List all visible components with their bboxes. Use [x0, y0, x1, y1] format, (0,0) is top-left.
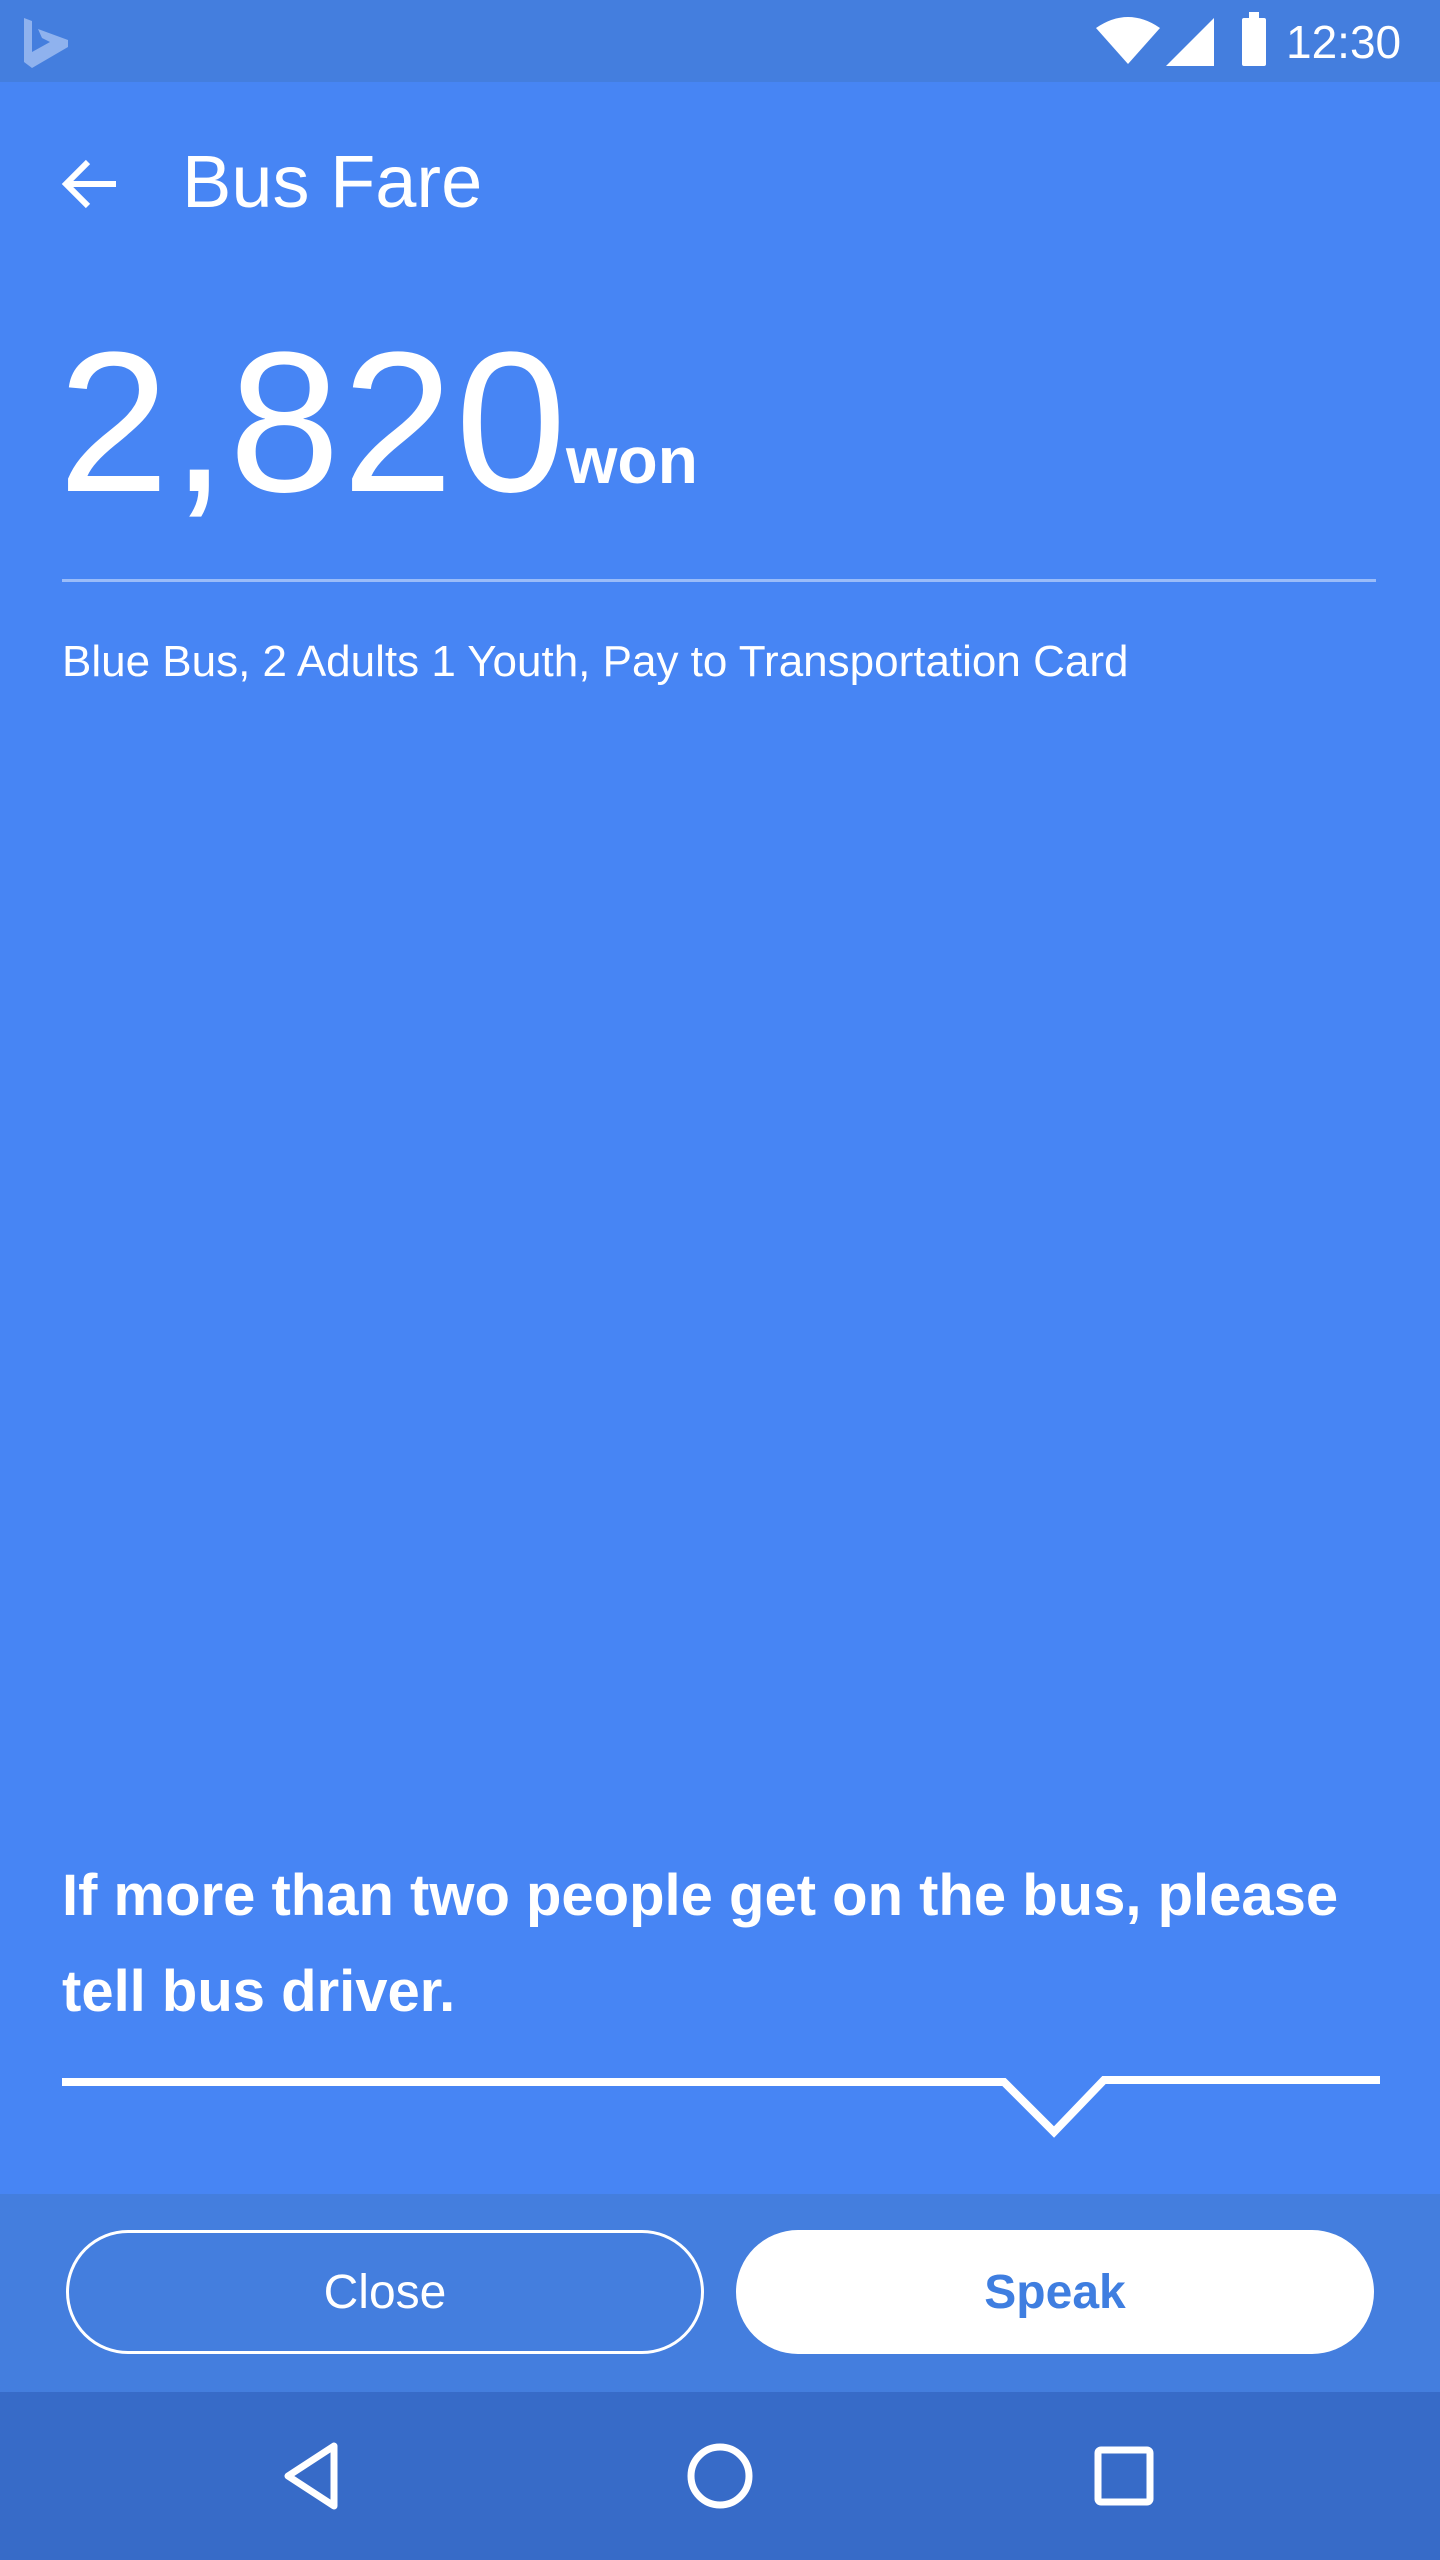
battery-icon — [1242, 12, 1266, 66]
speech-bubble-pointer-line — [62, 2076, 1380, 2138]
page-title: Bus Fare — [182, 140, 483, 223]
driver-message: If more than two people get on the bus, … — [62, 1863, 1339, 2024]
status-bar: 12:30 — [0, 0, 1440, 82]
cellular-signal-icon — [1166, 18, 1214, 66]
close-button[interactable]: Close — [66, 2230, 704, 2354]
arrow-left-icon[interactable] — [56, 148, 128, 220]
nav-recents-icon[interactable] — [1084, 2432, 1164, 2520]
speak-button[interactable]: Speak — [736, 2230, 1374, 2354]
navigation-bar — [0, 2392, 1440, 2560]
action-bar: Close Speak — [0, 2194, 1440, 2392]
nav-back-icon[interactable] — [276, 2432, 356, 2520]
wifi-icon — [1096, 17, 1160, 64]
fare-details: Blue Bus, 2 Adults 1 Youth, Pay to Trans… — [62, 637, 1129, 686]
fare-currency-unit: won — [566, 423, 698, 497]
nav-home-icon[interactable] — [680, 2432, 760, 2520]
fare-divider — [62, 579, 1376, 582]
fare-amount: 2,820 — [58, 311, 569, 534]
bing-logo-icon — [24, 18, 68, 68]
status-clock: 12:30 — [1286, 16, 1402, 68]
